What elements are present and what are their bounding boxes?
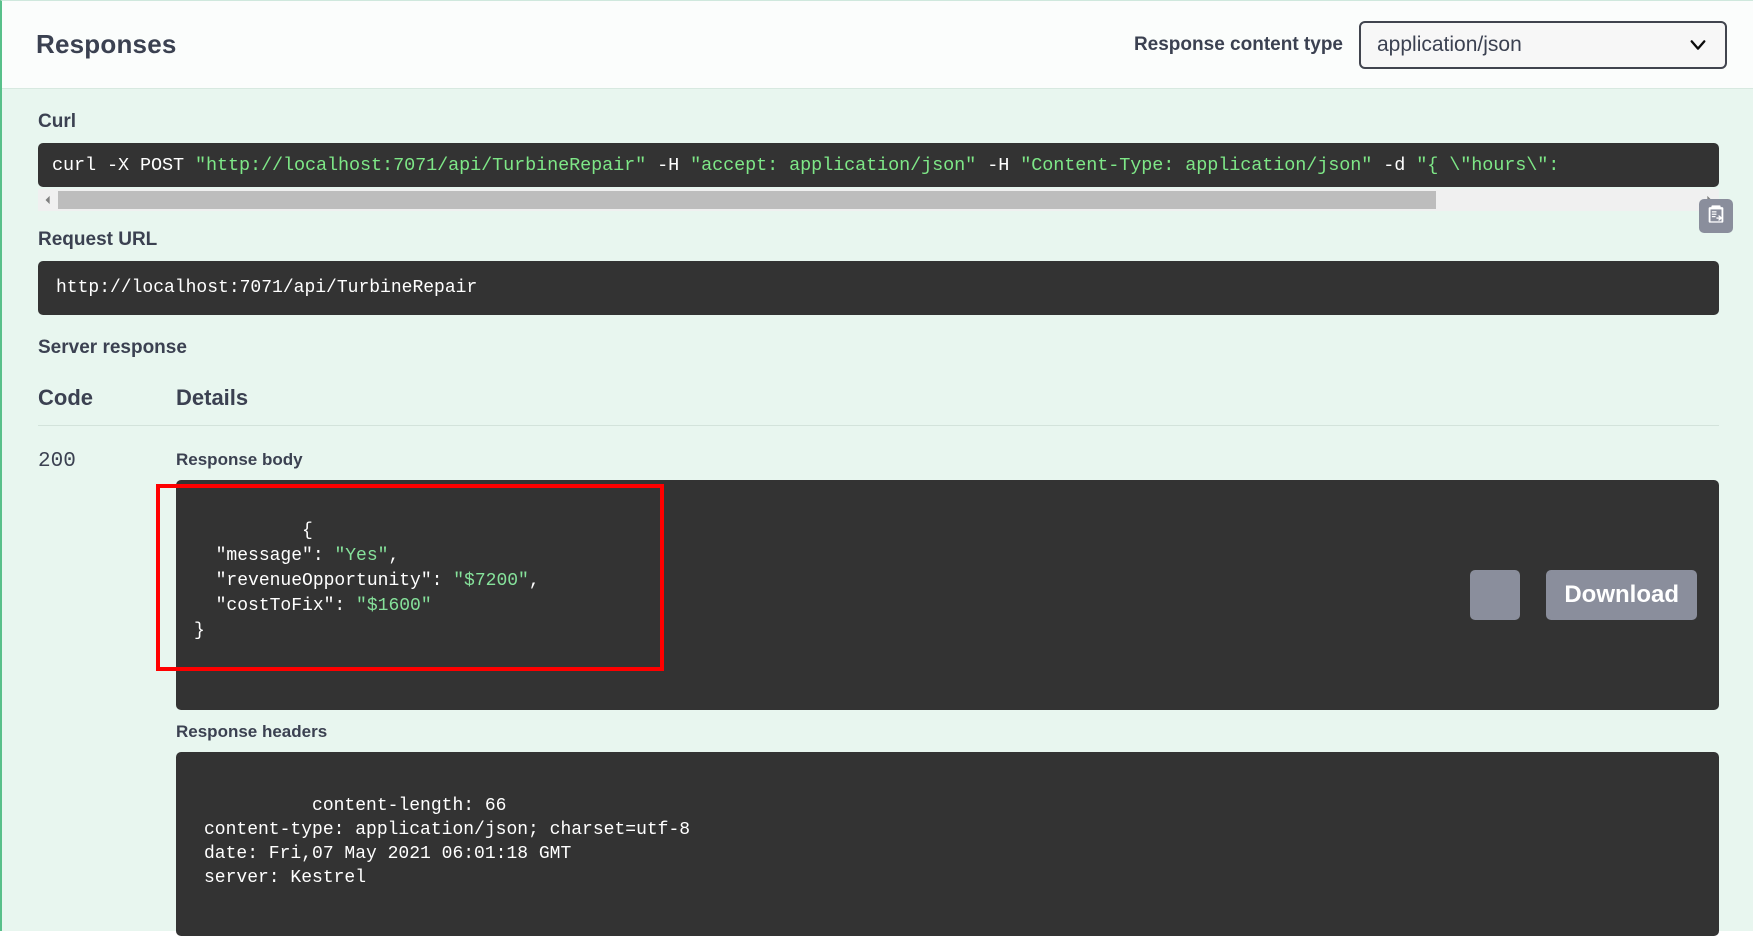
curl-command-text: curl -X POST "http://localhost:7071/api/… — [52, 155, 1559, 176]
curl-command-block[interactable]: curl -X POST "http://localhost:7071/api/… — [38, 143, 1719, 187]
response-body-text: { "message": "Yes", "revenueOpportunity"… — [194, 521, 540, 641]
response-headers-label: Response headers — [176, 722, 1719, 742]
response-content-type-group: Response content type application/json — [1134, 21, 1727, 69]
page-title: Responses — [36, 29, 177, 60]
response-body-copy-button[interactable] — [1470, 570, 1520, 620]
column-header-details: Details — [176, 385, 248, 411]
request-url-value: http://localhost:7071/api/TurbineRepair — [56, 278, 477, 298]
server-response-table-header: Code Details — [38, 385, 1719, 426]
curl-scroll-track[interactable] — [58, 191, 1699, 209]
chevron-down-icon — [1689, 36, 1707, 54]
curl-copy-button[interactable] — [1699, 199, 1733, 233]
download-button[interactable]: Download — [1546, 570, 1697, 620]
response-status-code: 200 — [38, 450, 176, 936]
response-headers-block: content-length: 66 content-type: applica… — [176, 752, 1719, 936]
response-content-type-label: Response content type — [1134, 34, 1343, 56]
column-header-code: Code — [38, 385, 176, 411]
request-url-block[interactable]: http://localhost:7071/api/TurbineRepair — [38, 261, 1719, 315]
response-body-actions: Download — [1470, 570, 1697, 620]
curl-scroll-thumb[interactable] — [58, 191, 1436, 209]
response-details: Response body { "message": "Yes", "reven… — [176, 450, 1719, 936]
scroll-left-arrow-icon[interactable] — [38, 189, 58, 211]
responses-body: Curl curl -X POST "http://localhost:7071… — [2, 89, 1753, 936]
curl-horizontal-scrollbar[interactable] — [38, 189, 1719, 211]
response-content-type-select[interactable]: application/json — [1359, 21, 1727, 69]
curl-label: Curl — [38, 111, 1719, 133]
responses-panel: Responses Response content type applicat… — [0, 0, 1753, 931]
copy-to-clipboard-icon — [1705, 203, 1727, 230]
response-content-type-value: application/json — [1377, 33, 1522, 57]
server-response-label: Server response — [38, 337, 1719, 359]
response-body-block[interactable]: { "message": "Yes", "revenueOpportunity"… — [176, 480, 1719, 710]
responses-header: Responses Response content type applicat… — [2, 1, 1753, 89]
response-headers-text: content-length: 66 content-type: applica… — [204, 796, 690, 888]
request-url-label: Request URL — [38, 229, 1719, 251]
server-response-row: 200 Response body { "message": "Yes", "r… — [38, 426, 1719, 936]
response-body-label: Response body — [176, 450, 1719, 470]
